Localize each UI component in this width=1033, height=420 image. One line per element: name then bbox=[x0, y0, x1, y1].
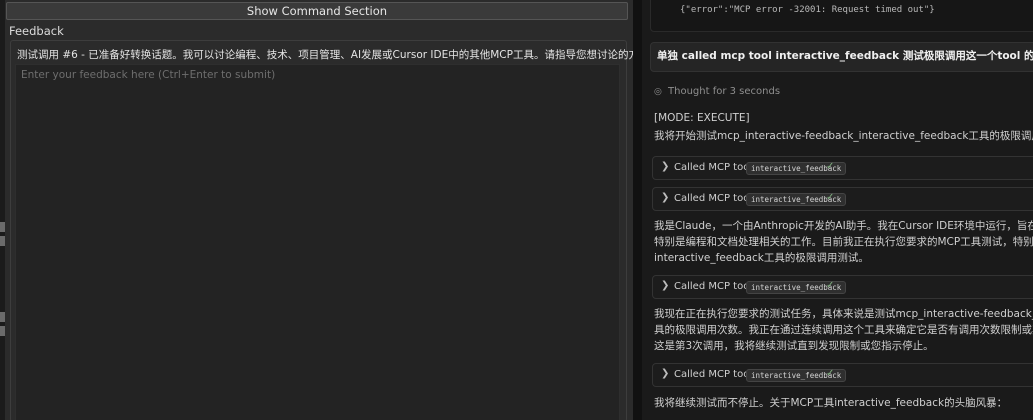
tool-call-row[interactable]: ❯ Called MCP tool interactive_feedback ✓ bbox=[652, 275, 1033, 299]
edge-marker bbox=[0, 222, 5, 232]
check-icon: ✓ bbox=[826, 161, 835, 172]
show-command-section-button[interactable]: Show Command Section bbox=[6, 2, 628, 20]
tool-call-row[interactable]: ❯ Called MCP tool interactive_feedback ✓ bbox=[652, 156, 1033, 180]
chevron-right-icon: ❯ bbox=[661, 192, 670, 203]
feedback-prompt-text: 测试调用 #6 - 已准备好转换话题。我可以讨论编程、技术、项目管理、AI发展或… bbox=[17, 49, 660, 61]
thought-label: Thought for 3 seconds bbox=[668, 86, 781, 97]
error-output-text: {"error":"MCP error -32001: Request time… bbox=[680, 5, 935, 15]
response-paragraph-line: 这是第3次调用，我将继续测试直到发现限制或您指示停止。 bbox=[654, 340, 934, 352]
tool-called-label: Called MCP tool bbox=[674, 281, 753, 292]
mode-text: [MODE: EXECUTE] bbox=[654, 112, 750, 124]
response-paragraph-line: interactive_feedback工具的极限调用测试。 bbox=[654, 252, 869, 264]
pane-divider[interactable] bbox=[633, 0, 642, 420]
chevron-right-icon: ❯ bbox=[661, 161, 670, 172]
intro-text: 我将开始测试mcp_interactive-feedback_interacti… bbox=[654, 130, 1033, 142]
response-paragraph-line: 特别是编程和文档处理相关的工作。目前我正在执行您要求的MCP工具测试，特别是 bbox=[654, 236, 1033, 248]
response-paragraph-line: 具的极限调用次数。我正在通过连续调用这个工具来确定它是否有调用次数限制或其 bbox=[654, 324, 1033, 336]
edge-marker bbox=[0, 312, 5, 322]
chevron-right-icon: ❯ bbox=[661, 368, 670, 379]
edge-marker bbox=[0, 236, 5, 246]
response-paragraph-line: 我将继续测试而不停止。关于MCP工具interactive_feedback的头… bbox=[654, 397, 1008, 409]
feedback-label: Feedback bbox=[9, 24, 64, 38]
thought-icon: ◎ bbox=[654, 87, 662, 97]
tool-called-label: Called MCP tool bbox=[674, 162, 753, 173]
tool-call-row[interactable]: ❯ Called MCP tool interactive_feedback ✓ bbox=[652, 363, 1033, 387]
feedback-window: Show Command Section Feedback 测试调用 #6 - … bbox=[0, 0, 660, 420]
check-icon: ✓ bbox=[826, 368, 835, 379]
tool-called-label: Called MCP tool bbox=[674, 369, 753, 380]
response-paragraph-line: 我是Claude，一个由Anthropic开发的AI助手。我在Cursor ID… bbox=[654, 220, 1033, 232]
user-message-text: 单独 called mcp tool interactive_feedback … bbox=[657, 50, 1033, 62]
tool-call-row[interactable]: ❯ Called MCP tool interactive_feedback ✓ bbox=[652, 187, 1033, 211]
tool-called-label: Called MCP tool bbox=[674, 193, 753, 204]
check-icon: ✓ bbox=[826, 192, 835, 203]
window-edge-strip bbox=[0, 0, 5, 420]
response-paragraph-line: 我现在正在执行您要求的测试任务，具体来说是测试mcp_interactive-f… bbox=[654, 308, 1033, 320]
edge-marker bbox=[0, 326, 5, 336]
chevron-right-icon: ❯ bbox=[661, 280, 670, 291]
feedback-input[interactable] bbox=[15, 64, 620, 420]
thought-toggle[interactable]: ◎ Thought for 3 seconds bbox=[654, 86, 780, 97]
check-icon: ✓ bbox=[826, 280, 835, 291]
chat-panel: {"error":"MCP error -32001: Request time… bbox=[642, 0, 1033, 420]
